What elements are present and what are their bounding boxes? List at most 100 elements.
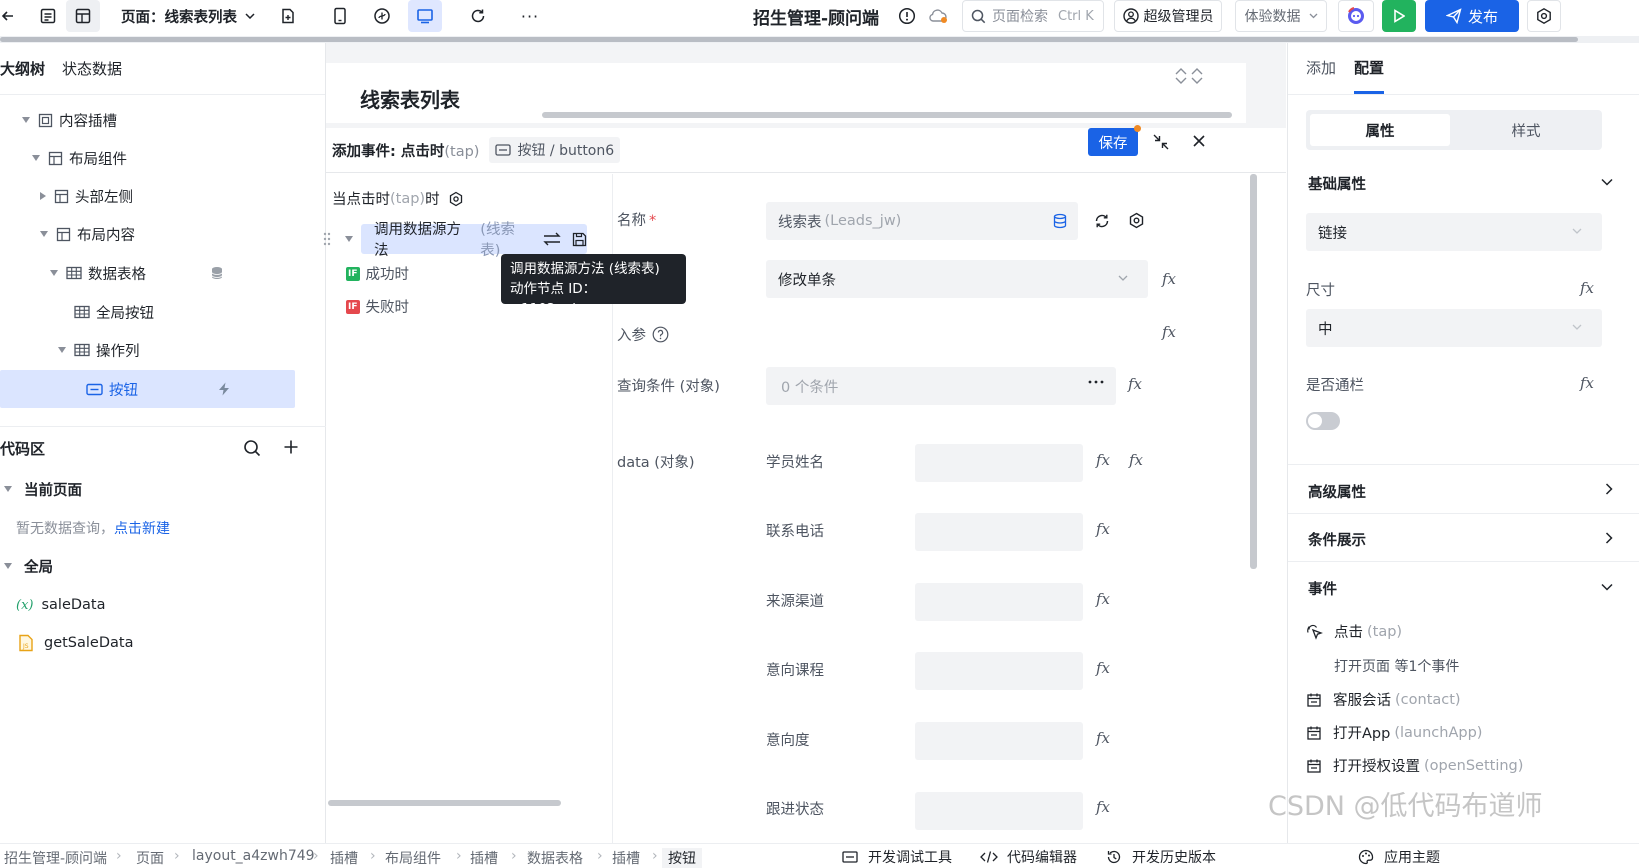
help-icon[interactable] — [652, 326, 669, 343]
publish-button[interactable]: 发布 — [1425, 0, 1519, 32]
fx-icon[interactable]: fx — [1162, 270, 1176, 288]
save-event-button[interactable]: 保存 — [1088, 125, 1141, 156]
breadcrumb-item[interactable]: 插槽 — [612, 848, 640, 868]
sort-icon[interactable] — [1174, 66, 1204, 88]
action-node[interactable]: 调用数据源方法 (线索表) — [361, 222, 587, 259]
page-list-icon[interactable] — [34, 0, 62, 32]
save-icon[interactable] — [572, 232, 587, 247]
event-tap-detail[interactable]: 打开页面 等1个事件 — [1334, 656, 1459, 676]
refresh-icon[interactable] — [1093, 212, 1111, 230]
collapse-icon[interactable] — [50, 270, 58, 276]
breadcrumb-item[interactable]: 招生管理-顾问端 — [4, 848, 107, 868]
cloud-sync-icon[interactable] — [926, 0, 950, 32]
history-button[interactable]: 开发历史版本 — [1106, 847, 1216, 867]
settings-icon[interactable] — [1527, 0, 1561, 32]
flow-scrollbar[interactable] — [328, 800, 561, 806]
fx-icon[interactable]: fx — [1096, 451, 1110, 469]
event-open-setting[interactable]: 打开授权设置 (openSetting) — [1306, 755, 1523, 776]
preview-scrollbar[interactable] — [542, 112, 1232, 118]
page-search-input[interactable]: 页面检索 Ctrl K — [962, 0, 1104, 32]
query-conditions-field[interactable]: 0 个条件 — [766, 367, 1116, 405]
collapse-icon[interactable] — [345, 236, 353, 242]
block-toggle[interactable] — [1306, 412, 1340, 430]
events-header[interactable]: 事件 — [1308, 578, 1337, 599]
method-select[interactable]: 修改单条 — [766, 260, 1148, 298]
size-select[interactable]: 中 — [1306, 309, 1602, 347]
breadcrumb-item[interactable]: 页面 — [136, 848, 164, 868]
chevron-right-icon[interactable] — [1605, 483, 1613, 495]
advanced-props-header[interactable]: 高级属性 — [1308, 481, 1366, 502]
ai-assistant-icon[interactable] — [1338, 0, 1374, 32]
breadcrumb-item[interactable]: layout_a4zwh749 — [192, 848, 315, 864]
chevron-down-icon[interactable] — [1601, 583, 1613, 591]
global-group[interactable]: 全局 — [4, 547, 53, 585]
fx-icon[interactable]: fx — [1096, 729, 1110, 747]
swap-icon[interactable] — [543, 232, 561, 246]
collapse-icon[interactable] — [22, 117, 30, 123]
seg-properties[interactable]: 属性 — [1310, 114, 1450, 146]
tree-node-layout-content[interactable]: 布局内容 — [40, 215, 135, 253]
collapse-icon[interactable] — [4, 486, 12, 492]
basic-props-header[interactable]: 基础属性 — [1308, 173, 1366, 194]
fx-icon[interactable]: fx — [1129, 451, 1143, 469]
breadcrumb-item[interactable]: 布局组件 — [385, 848, 441, 868]
theme-button[interactable]: 应用主题 — [1358, 847, 1440, 867]
search-icon[interactable] — [243, 439, 261, 457]
tree-node-global-buttons[interactable]: 全局按钮 — [74, 293, 154, 331]
field-input[interactable] — [915, 722, 1083, 760]
function-item[interactable]: JS getSaleData — [18, 624, 133, 662]
tab-add[interactable]: 添加 — [1306, 57, 1336, 78]
breadcrumb-item[interactable]: 插槽 — [470, 848, 498, 868]
fx-icon[interactable]: fx — [1096, 659, 1110, 677]
fx-icon[interactable]: fx — [1096, 520, 1110, 538]
event-contact[interactable]: 客服会话 (contact) — [1306, 689, 1461, 710]
page-selector[interactable]: 页面：线索表列表 — [118, 0, 258, 32]
code-editor-button[interactable]: 代码编辑器 — [979, 847, 1077, 867]
tab-config[interactable]: 配置 — [1354, 57, 1384, 78]
variable-item[interactable]: (x) saleData — [16, 586, 106, 624]
info-icon[interactable] — [896, 0, 918, 32]
seg-style[interactable]: 样式 — [1454, 114, 1598, 146]
fx-icon[interactable]: fx — [1096, 798, 1110, 816]
add-icon[interactable] — [283, 439, 299, 455]
collapse-icon[interactable] — [40, 231, 48, 237]
drag-handle-icon[interactable] — [323, 232, 331, 246]
more-icon[interactable] — [1088, 380, 1104, 384]
tree-node-data-table[interactable]: 数据表格 — [50, 254, 310, 292]
settings-icon[interactable] — [1128, 212, 1145, 229]
datasource-select[interactable]: 线索表 (Leads_jw) — [766, 202, 1078, 240]
back-icon[interactable] — [0, 0, 16, 32]
fx-icon[interactable]: fx — [1580, 279, 1594, 297]
breadcrumb-item[interactable]: 数据表格 — [527, 848, 583, 868]
expand-icon[interactable] — [40, 192, 46, 200]
fx-icon[interactable]: fx — [1580, 374, 1594, 392]
condition-display-header[interactable]: 条件展示 — [1308, 529, 1366, 550]
layout-icon[interactable] — [66, 0, 100, 32]
field-input[interactable] — [915, 583, 1083, 621]
collapse-editor-icon[interactable] — [1152, 133, 1170, 151]
button-type-select[interactable]: 链接 — [1306, 213, 1602, 251]
field-input[interactable] — [915, 513, 1083, 551]
tree-node-content-slot[interactable]: 内容插槽 — [22, 101, 117, 139]
form-scrollbar[interactable] — [1250, 174, 1257, 569]
close-icon[interactable] — [1192, 134, 1206, 148]
data-mode-select[interactable]: 体验数据 — [1235, 0, 1327, 32]
current-page-group[interactable]: 当前页面 — [4, 470, 82, 508]
miniprogram-view-icon[interactable] — [368, 0, 396, 32]
mobile-view-icon[interactable] — [326, 0, 354, 32]
collapse-icon[interactable] — [58, 347, 66, 353]
lightning-icon[interactable] — [216, 381, 232, 397]
field-input[interactable] — [915, 652, 1083, 690]
field-input[interactable] — [915, 792, 1083, 830]
more-menu-button[interactable]: ··· — [514, 0, 546, 32]
refresh-icon[interactable] — [464, 0, 492, 32]
preview-run-button[interactable] — [1382, 0, 1416, 32]
fx-icon[interactable]: fx — [1162, 323, 1176, 341]
chevron-right-icon[interactable] — [1605, 532, 1613, 544]
tree-node-layout[interactable]: 布局组件 — [32, 139, 127, 177]
collapse-icon[interactable] — [4, 563, 12, 569]
tree-node-action-column[interactable]: 操作列 — [58, 331, 140, 369]
chevron-down-icon[interactable] — [1601, 178, 1613, 186]
breadcrumb-item[interactable]: 插槽 — [330, 848, 358, 868]
tree-node-header-left[interactable]: 头部左侧 — [40, 177, 133, 215]
